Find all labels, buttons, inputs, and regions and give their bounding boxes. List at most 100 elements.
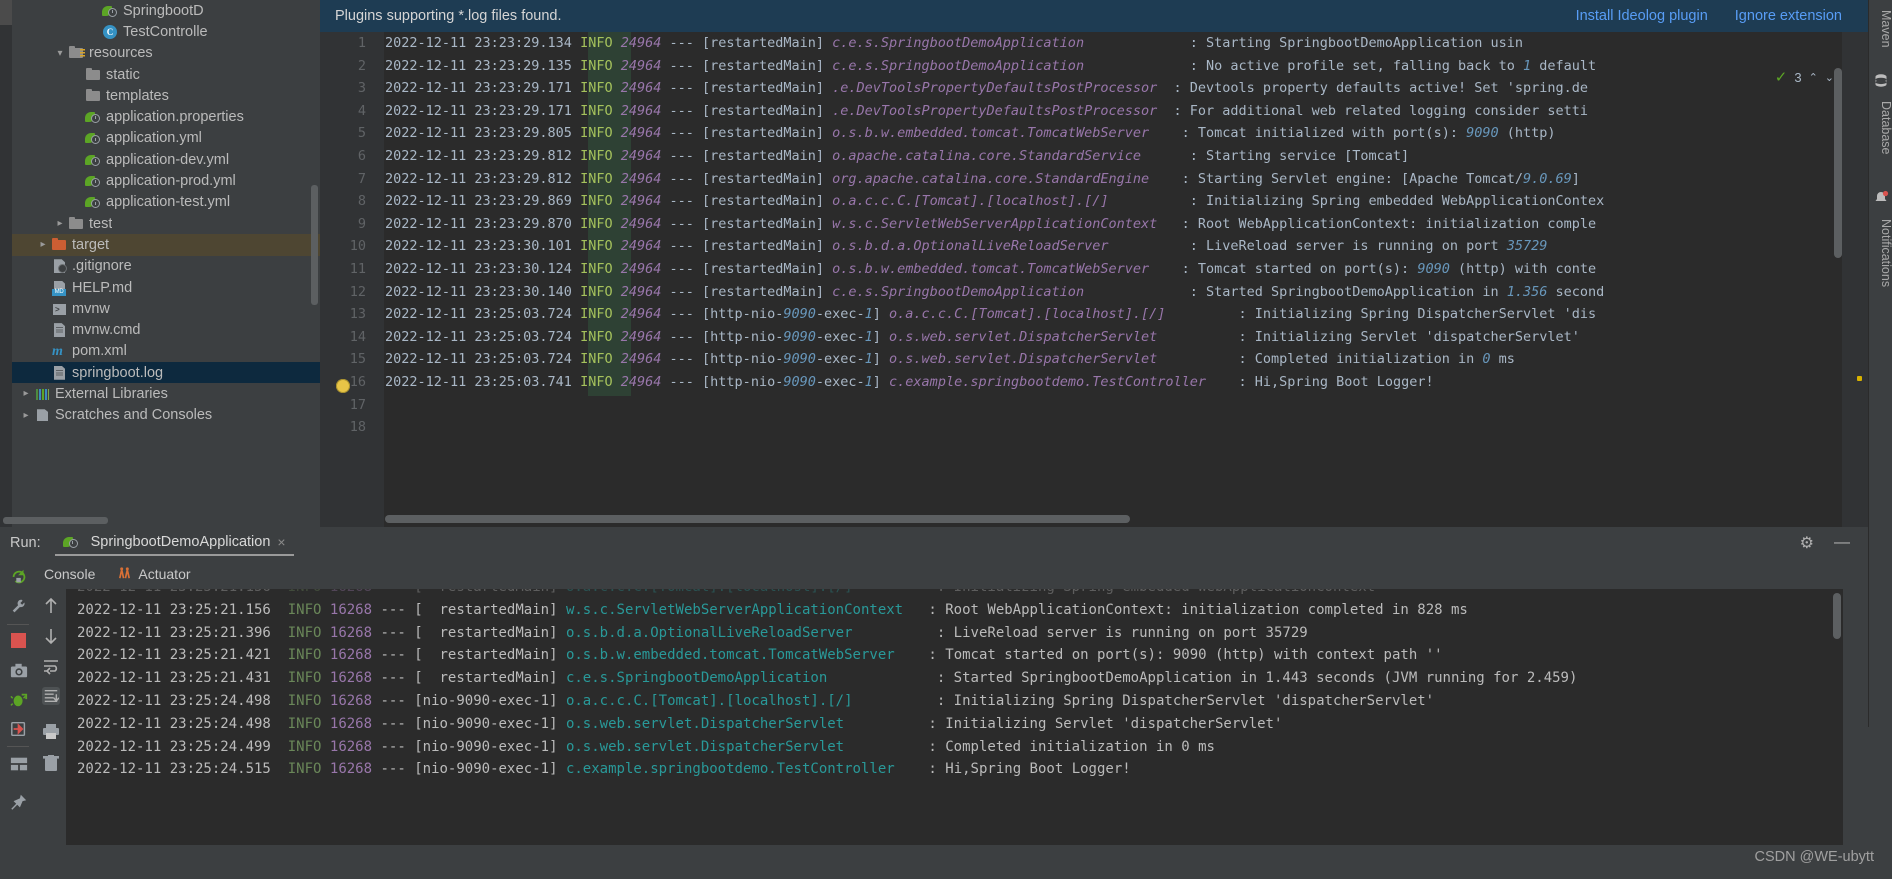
inspection-prev-icon[interactable]: ⌃ (1809, 71, 1818, 84)
maven-pom-icon: m (52, 344, 63, 360)
clear-all-button[interactable] (42, 754, 60, 772)
tree-item-test[interactable]: ▸ test (0, 213, 320, 234)
settings-gear-icon[interactable]: ⚙ (1800, 533, 1814, 553)
tree-item-resources[interactable]: ▾ resources (0, 43, 320, 64)
spring-boot-icon (85, 173, 102, 189)
tool-window-maven[interactable]: Maven (1869, 4, 1892, 48)
run-view-tabs[interactable]: Console Actuator (44, 558, 191, 589)
tree-item-label: pom.xml (72, 343, 127, 360)
stop-button[interactable] (11, 633, 26, 648)
tree-item-testcontrolle[interactable]: C TestControlle (0, 21, 320, 42)
folder-icon (85, 88, 102, 104)
project-tree-list[interactable]: SpringbootD C TestControlle ▾ resources stati… (0, 0, 320, 426)
debug-restart-button[interactable] (10, 691, 28, 709)
line-number: 5 (357, 125, 366, 142)
tree-item-label: springboot.log (72, 364, 164, 381)
chevron-right-icon[interactable]: ▸ (52, 218, 68, 229)
tree-item-label: application-test.yml (106, 194, 231, 211)
tree-item-application-test-yml[interactable]: application-test.yml (0, 192, 320, 213)
chevron-right-icon[interactable]: ▸ (18, 388, 34, 399)
right-tool-window-strip[interactable]: Maven Database Notifications (1868, 0, 1892, 727)
tree-item-label: resources (89, 45, 153, 62)
line-number: 18 (349, 419, 366, 436)
tree-item-springbootd[interactable]: SpringbootD (0, 0, 320, 21)
excluded-folder-icon (51, 237, 68, 253)
warning-stripe-marker[interactable] (1857, 376, 1862, 381)
log-line: 2022-12-11 23:23:29.805 INFO 24964 --- [… (385, 125, 1556, 142)
line-number: 8 (357, 193, 366, 210)
tab-console[interactable]: Console (44, 566, 95, 582)
tree-item-help-md[interactable]: MD HELP.md (0, 277, 320, 298)
chevron-down-icon[interactable]: ▾ (52, 48, 68, 59)
editor-vertical-scrollbar[interactable] (1834, 68, 1842, 258)
toolbar-divider (7, 624, 29, 625)
tree-item-mvnw-cmd[interactable]: mvnw.cmd (0, 319, 320, 340)
project-tree-horizontal-scrollbar[interactable] (3, 517, 108, 524)
editor-code-content[interactable]: 2022-12-11 23:23:29.134 INFO 24964 --- [… (385, 32, 1868, 527)
line-number: 12 (349, 283, 366, 300)
inspection-next-icon[interactable]: ⌄ (1825, 71, 1834, 84)
tab-actuator[interactable]: Actuator (117, 566, 191, 582)
tree-item-mvnw[interactable]: > mvnw (0, 298, 320, 319)
tree-item-templates[interactable]: templates (0, 85, 320, 106)
tool-window-database[interactable]: Database (1869, 95, 1892, 155)
line-number: 15 (349, 351, 366, 368)
tree-item-application-prod-yml[interactable]: application-prod.yml (0, 170, 320, 191)
screenshot-button[interactable] (10, 662, 28, 680)
console-output[interactable]: 2022-12-11 23:25:21.156 INFO 16268 --- [… (67, 589, 1843, 867)
tree-item-pom-xml[interactable]: m pom.xml (0, 341, 320, 362)
inspection-widget[interactable]: ✓ 3 ⌃ ⌄ (1775, 68, 1834, 86)
tree-item-target[interactable]: ▸ target (0, 234, 320, 256)
run-actions-toolbar[interactable] (0, 558, 37, 879)
log-file-editor[interactable]: 1 2 3 4 5 6 7 8 9 10 11 12 13 14 15 16 17 18 2022-12-11 2… (320, 32, 1868, 527)
tree-item-application-properties[interactable]: application.properties (0, 106, 320, 127)
intention-bulb-icon[interactable] (336, 379, 350, 393)
console-line: 2022-12-11 23:25:21.156 INFO 16268 --- [… (77, 601, 1468, 618)
tree-item-label: templates (106, 87, 169, 104)
rerun-button[interactable] (10, 568, 28, 586)
layout-button[interactable] (10, 755, 28, 773)
line-number: 3 (357, 80, 366, 97)
tool-window-notifications[interactable]: Notifications (1869, 213, 1892, 287)
actuator-icon (119, 567, 131, 579)
console-actions-toolbar[interactable] (37, 589, 67, 879)
chevron-right-icon[interactable]: ▸ (18, 410, 34, 421)
tree-item--gitignore[interactable]: .gitignore (0, 256, 320, 277)
edit-configurations-button[interactable] (10, 598, 28, 616)
ide-window: SpringbootD C TestControlle ▾ resources stati… (0, 0, 1892, 879)
tree-item-label: target (72, 236, 110, 253)
project-tool-window[interactable]: SpringbootD C TestControlle ▾ resources stati… (0, 0, 320, 527)
scroll-up-button[interactable] (42, 597, 60, 615)
run-configuration-tab[interactable]: SpringbootDemoApplication × (54, 530, 294, 556)
pin-button[interactable] (10, 793, 28, 811)
tree-item-application-dev-yml[interactable]: application-dev.yml (0, 149, 320, 170)
chevron-right-icon[interactable]: ▸ (35, 239, 51, 250)
console-line: 2022-12-11 23:25:24.499 INFO 16268 --- [… (77, 738, 1215, 755)
editor-horizontal-scrollbar[interactable] (385, 515, 1130, 523)
log-line: 2022-12-11 23:23:29.812 INFO 24964 --- [… (385, 170, 1580, 187)
scroll-down-button[interactable] (42, 627, 60, 645)
ignore-extension-link[interactable]: Ignore extension (1735, 8, 1842, 24)
exit-button[interactable] (10, 720, 28, 738)
console-line: 2022-12-11 23:25:21.431 INFO 16268 --- [… (77, 670, 1578, 687)
project-tree-vertical-scrollbar[interactable] (311, 185, 318, 305)
install-ideolog-plugin-link[interactable]: Install Ideolog plugin (1576, 8, 1708, 24)
tree-item-external-libraries[interactable]: ▸ External Libraries (0, 383, 320, 404)
tree-item-scratches-and-consoles[interactable]: ▸ Scratches and Consoles (0, 405, 320, 426)
scroll-to-end-button[interactable] (42, 687, 60, 705)
tree-item-application-yml[interactable]: application.yml (0, 128, 320, 149)
line-number: 11 (349, 261, 366, 277)
minimize-icon[interactable]: — (1834, 534, 1850, 550)
print-button[interactable] (42, 722, 60, 740)
editor-error-stripe-pane[interactable] (1842, 32, 1868, 527)
line-number: 13 (349, 306, 366, 323)
log-line: 2022-12-11 23:23:29.134 INFO 24964 --- [… (385, 35, 1523, 51)
console-vertical-scrollbar[interactable] (1833, 593, 1841, 639)
tree-item-label: application-prod.yml (106, 173, 236, 190)
tree-item-springboot-log[interactable]: springboot.log (0, 362, 320, 384)
soft-wrap-button[interactable] (42, 657, 60, 675)
tree-item-static[interactable]: static (0, 64, 320, 85)
close-run-tab-icon[interactable]: × (277, 534, 285, 550)
database-icon (1875, 74, 1887, 87)
editor-fold-strip[interactable] (374, 32, 385, 527)
